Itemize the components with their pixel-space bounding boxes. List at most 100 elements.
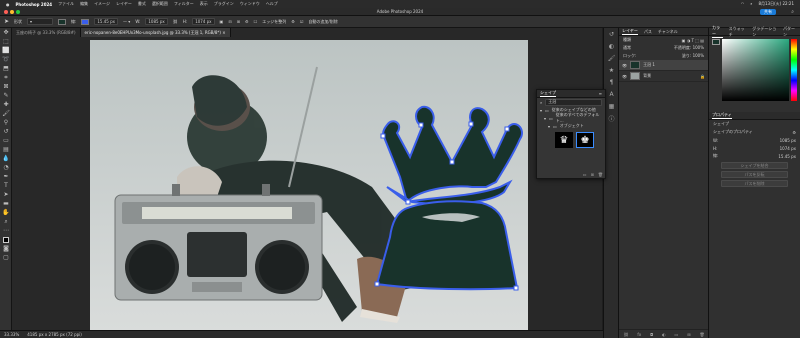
- path-arrange-icon[interactable]: ⊞: [237, 19, 240, 24]
- shape-thumb-crown-1[interactable]: ♛: [555, 132, 573, 148]
- libraries-icon[interactable]: ▦: [604, 100, 619, 112]
- chevron-down-icon[interactable]: ▾: [548, 124, 550, 129]
- marquee-tool-icon[interactable]: ⬜: [0, 46, 12, 55]
- auto-add-checkbox[interactable]: ☑: [300, 19, 304, 24]
- properties-options-icon[interactable]: ⚙: [792, 130, 796, 135]
- property-value[interactable]: 1074 px: [780, 146, 796, 151]
- gear-icon[interactable]: ⚙: [245, 19, 249, 24]
- tab-layers[interactable]: レイヤー: [622, 28, 638, 35]
- filter-icons[interactable]: ▣ ◑ T ⬚ ▤: [682, 38, 704, 43]
- height-field[interactable]: 1074 px: [192, 18, 215, 25]
- more-tools-icon[interactable]: ⋯: [0, 226, 12, 235]
- share-button[interactable]: 共有: [760, 9, 776, 15]
- eraser-tool-icon[interactable]: ▭: [0, 136, 12, 145]
- zoom-tool-icon[interactable]: ⌕: [0, 217, 12, 226]
- app-name[interactable]: Photoshop 2024: [16, 2, 53, 7]
- layer-row-crown[interactable]: 👁 王冠 1: [619, 60, 708, 71]
- property-value[interactable]: 1085 px: [780, 138, 796, 143]
- search-icon[interactable]: ⌕: [750, 1, 752, 7]
- mask-icon[interactable]: ◘: [650, 332, 653, 337]
- blur-tool-icon[interactable]: 💧: [0, 154, 12, 163]
- new-group-icon[interactable]: ▭: [583, 172, 587, 177]
- trash-icon[interactable]: 🗑: [598, 172, 603, 177]
- menu-view[interactable]: 表示: [200, 1, 208, 7]
- shapes-search-input[interactable]: 王冠: [545, 98, 602, 106]
- menu-select[interactable]: 選択範囲: [152, 1, 168, 7]
- dodge-tool-icon[interactable]: ◔: [0, 163, 12, 172]
- fill-swatch[interactable]: [58, 18, 67, 25]
- delete-path-button[interactable]: パスを削除: [721, 180, 788, 187]
- path-ops-icon[interactable]: ▣: [220, 19, 224, 24]
- link-icon[interactable]: ⛓: [173, 19, 178, 24]
- layer-row-background[interactable]: 👁 背景 🔒: [619, 71, 708, 82]
- screen-mode-icon[interactable]: ▢: [0, 253, 12, 262]
- combine-shapes-button[interactable]: シェイプを結合: [721, 162, 788, 169]
- tab-paths[interactable]: パス: [644, 29, 652, 35]
- document-canvas[interactable]: [12, 37, 602, 330]
- stroke-style-dropdown[interactable]: — ▾: [123, 19, 130, 24]
- path-align-icon[interactable]: ⊟: [228, 19, 231, 24]
- property-value[interactable]: 15.45 px: [778, 154, 796, 159]
- menu-edit[interactable]: 編集: [80, 1, 88, 7]
- clone-stamp-tool-icon[interactable]: ⚲: [0, 118, 12, 127]
- type-tool-icon[interactable]: T: [0, 181, 12, 190]
- menu-image[interactable]: イメージ: [94, 1, 110, 7]
- apple-icon[interactable]: ●: [6, 2, 10, 7]
- fill-value[interactable]: 100%: [693, 53, 704, 58]
- new-layer-icon[interactable]: ⊞: [687, 332, 690, 337]
- width-field[interactable]: 1085 px: [145, 18, 168, 25]
- path-select-tool-icon[interactable]: ➤: [4, 18, 9, 25]
- canvas-area[interactable]: [12, 37, 602, 330]
- tab-document-photo[interactable]: eric-nopanen-8e0EHPUx3Mo-unsplash.jpg @ …: [80, 28, 231, 37]
- brush-settings-icon[interactable]: 🖌: [604, 52, 619, 64]
- menu-layer[interactable]: レイヤー: [116, 1, 132, 7]
- eyedropper-tool-icon[interactable]: ✎: [0, 91, 12, 100]
- pen-tool-icon[interactable]: ✒: [0, 172, 12, 181]
- quick-mask-icon[interactable]: ◙: [0, 244, 12, 253]
- tab-swatches[interactable]: スウォッチ: [729, 26, 747, 38]
- menu-window[interactable]: ウィンドウ: [240, 1, 260, 7]
- hue-slider[interactable]: [791, 39, 797, 101]
- move-tool-icon[interactable]: ✥: [0, 28, 12, 37]
- info-icon[interactable]: ⓘ: [604, 112, 619, 124]
- link-layers-icon[interactable]: ⛓: [623, 332, 628, 337]
- gradient-tool-icon[interactable]: ▤: [0, 145, 12, 154]
- menu-help[interactable]: ヘルプ: [266, 1, 278, 7]
- wifi-icon[interactable]: ◠: [741, 1, 745, 7]
- invert-path-button[interactable]: パスを反転: [721, 171, 788, 178]
- chevron-down-icon[interactable]: ▾: [544, 116, 546, 121]
- document-size[interactable]: 4185 px x 2785 px (72 ppi): [27, 332, 82, 337]
- settings-gear-icon[interactable]: ⚙: [291, 19, 295, 24]
- tab-color[interactable]: カラー: [712, 25, 723, 38]
- adjustment-layer-icon[interactable]: ◐: [662, 332, 666, 337]
- artboard-tool-icon[interactable]: ⬚: [0, 37, 12, 46]
- color-field[interactable]: [721, 39, 790, 101]
- group-icon[interactable]: ▭: [675, 332, 679, 337]
- crop-tool-icon[interactable]: ⌗: [0, 73, 12, 82]
- eye-icon[interactable]: 👁: [622, 74, 627, 79]
- color-swatches[interactable]: [0, 235, 12, 244]
- menu-filter[interactable]: フィルター: [174, 1, 194, 7]
- foreground-swatch[interactable]: [712, 39, 720, 45]
- opacity-value[interactable]: 100%: [693, 45, 704, 50]
- new-shape-icon[interactable]: ⊞: [591, 172, 594, 177]
- character-icon[interactable]: A: [604, 88, 619, 100]
- hand-tool-icon[interactable]: ✋: [0, 208, 12, 217]
- eye-icon[interactable]: 👁: [622, 63, 627, 68]
- history-brush-tool-icon[interactable]: ↺: [0, 127, 12, 136]
- adjustments-icon[interactable]: ◐: [604, 40, 619, 52]
- lasso-tool-icon[interactable]: ➰: [0, 55, 12, 64]
- tab-gradients[interactable]: グラデーション: [752, 26, 777, 38]
- chevron-down-icon[interactable]: ▾: [540, 108, 542, 113]
- align-edges-checkbox[interactable]: ☐: [254, 19, 258, 24]
- paragraph-icon[interactable]: ¶: [604, 76, 619, 88]
- stroke-swatch[interactable]: [81, 18, 90, 25]
- tab-channels[interactable]: チャンネル: [658, 29, 678, 35]
- brush-tool-icon[interactable]: 🖌: [0, 109, 12, 118]
- shape-thumb-crown-2[interactable]: ♚: [576, 132, 594, 148]
- history-icon[interactable]: ↺: [604, 28, 619, 40]
- trash-icon[interactable]: 🗑: [699, 332, 704, 337]
- clock[interactable]: 8月13日(火) 22:21: [758, 1, 794, 7]
- tab-document-throne[interactable]: 玉座の椅子 @ 33.3% (RGB/8#): [12, 28, 81, 37]
- object-select-tool-icon[interactable]: ⬒: [0, 64, 12, 73]
